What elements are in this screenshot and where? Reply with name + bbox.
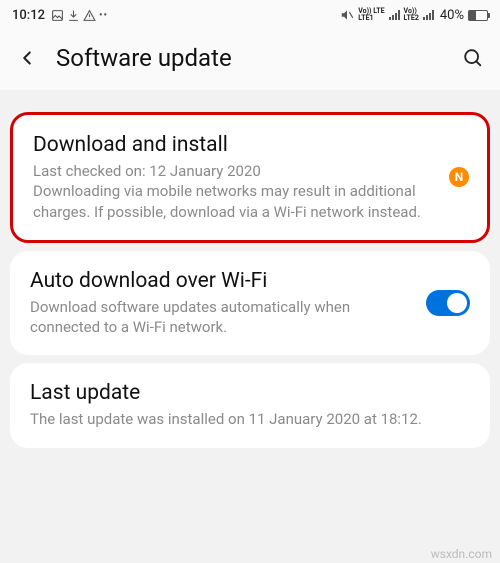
status-bar: 10:12 •• Vo)) LTE LTE1 Vo)) LTE2 40% — [0, 0, 500, 30]
download-icon — [67, 9, 80, 22]
network-2-label: Vo)) LTE2 — [404, 8, 419, 22]
download-install-title: Download and install — [33, 133, 427, 157]
auto-download-title: Auto download over Wi-Fi — [30, 269, 412, 293]
status-time: 10:12 — [12, 8, 45, 23]
network-1-label: Vo)) LTE LTE1 — [358, 8, 384, 22]
more-icon: •• — [99, 10, 108, 21]
last-update-card[interactable]: Last update The last update was installe… — [10, 363, 490, 447]
auto-download-card: Auto download over Wi-Fi Download softwa… — [10, 251, 490, 356]
download-install-desc: Last checked on: 12 January 2020 Downloa… — [33, 161, 427, 222]
signal-2-icon — [423, 10, 434, 20]
status-left: 10:12 •• — [12, 8, 108, 23]
download-install-card[interactable]: Download and install Last checked on: 12… — [10, 112, 490, 243]
auto-download-desc: Download software updates automatically … — [30, 297, 412, 338]
battery-icon — [468, 10, 488, 21]
last-update-title: Last update — [30, 381, 470, 405]
last-update-desc: The last update was installed on 11 Janu… — [30, 409, 470, 429]
warning-icon — [83, 9, 96, 22]
watermark: wsxdn.com — [431, 547, 492, 561]
page-title: Software update — [56, 44, 444, 72]
auto-download-toggle[interactable] — [426, 290, 470, 316]
signal-1-icon — [389, 10, 400, 20]
app-header: Software update — [0, 30, 500, 90]
back-icon[interactable] — [16, 47, 38, 69]
battery-percent: 40% — [440, 8, 464, 23]
gallery-icon — [51, 9, 64, 22]
search-icon[interactable] — [462, 47, 484, 69]
status-right: Vo)) LTE LTE1 Vo)) LTE2 40% — [340, 8, 488, 23]
mute-icon — [340, 8, 354, 22]
new-badge: N — [449, 167, 469, 187]
status-notif-icons: •• — [51, 9, 108, 22]
